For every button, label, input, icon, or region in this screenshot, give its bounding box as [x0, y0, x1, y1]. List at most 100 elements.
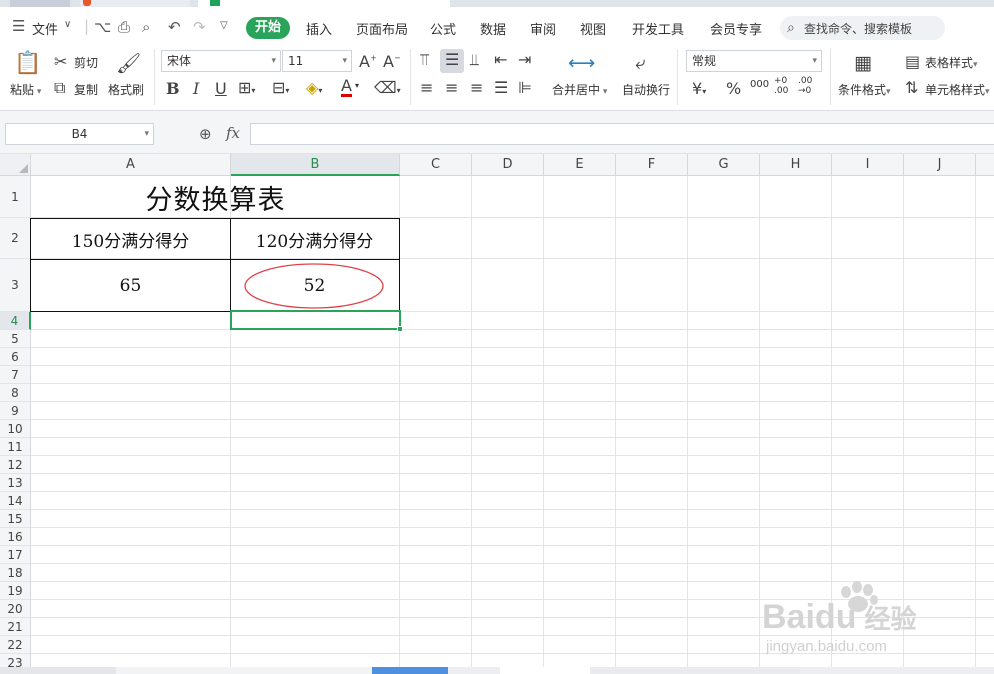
- merge-center-icon[interactable]: ⟷: [568, 52, 595, 74]
- quick-access-dropdown-icon[interactable]: ▽: [220, 20, 228, 31]
- row-header-12[interactable]: 12: [0, 456, 31, 474]
- decrease-font-icon[interactable]: A−: [383, 52, 401, 71]
- percent-button[interactable]: %: [726, 79, 741, 98]
- row-header-14[interactable]: 14: [0, 492, 31, 510]
- italic-button[interactable]: I: [193, 79, 199, 98]
- window-tab-doc[interactable]: [80, 0, 190, 7]
- wrap-text-icon[interactable]: ⤶: [635, 52, 646, 74]
- zoom-search-icon[interactable]: ⊕: [199, 125, 212, 143]
- eraser-icon[interactable]: ⌫▾: [374, 78, 401, 97]
- currency-button[interactable]: ¥▾: [692, 79, 706, 98]
- merge-center-button[interactable]: 合并居中 ▾: [552, 81, 607, 98]
- format-painter-button[interactable]: 格式刷: [108, 81, 144, 98]
- chevron-down-icon[interactable]: ∨: [64, 19, 71, 30]
- column-header-g[interactable]: G: [688, 154, 760, 176]
- row-header-7[interactable]: 7: [0, 366, 31, 384]
- cut-button[interactable]: 剪切: [74, 54, 98, 71]
- increase-decimal-button[interactable]: +0 .00: [774, 76, 792, 96]
- tab-member[interactable]: 会员专享: [710, 19, 762, 38]
- number-format-select[interactable]: 常规 ▾: [686, 50, 822, 72]
- column-header-a[interactable]: A: [31, 154, 231, 176]
- sheet-nav[interactable]: [0, 667, 116, 674]
- table-style-button[interactable]: 表格样式▾: [925, 54, 978, 71]
- tab-insert[interactable]: 插入: [306, 19, 332, 38]
- copy-button[interactable]: 复制: [74, 81, 98, 98]
- align-bottom-icon[interactable]: ⫫: [470, 50, 479, 70]
- row-header-18[interactable]: 18: [0, 564, 31, 582]
- row-header-21[interactable]: 21: [0, 618, 31, 636]
- row-header-4[interactable]: 4: [0, 312, 31, 330]
- indent-increase-icon[interactable]: ⇥: [518, 50, 531, 69]
- cell-b2[interactable]: 120分满分得分: [230, 218, 400, 260]
- conditional-format-button[interactable]: 条件格式▾: [838, 81, 891, 98]
- row-header-3[interactable]: 3: [0, 259, 31, 312]
- sheet-tab-active[interactable]: [372, 667, 448, 674]
- select-all-corner[interactable]: [0, 154, 31, 176]
- sheet-tab[interactable]: [590, 667, 800, 674]
- underline-button[interactable]: U: [215, 79, 227, 98]
- formula-input[interactable]: [250, 123, 994, 145]
- tab-data[interactable]: 数据: [480, 19, 506, 38]
- cell-style-button[interactable]: 单元格样式▾: [925, 81, 990, 98]
- insert-function-button[interactable]: fx: [226, 124, 240, 142]
- cell-a1-title[interactable]: 分数换算表: [31, 176, 400, 218]
- row-header-16[interactable]: 16: [0, 528, 31, 546]
- row-header-1[interactable]: 1: [0, 176, 31, 218]
- indent-decrease-icon[interactable]: ⇤: [494, 50, 507, 69]
- table-style-icon[interactable]: ▤: [905, 52, 920, 71]
- row-header-17[interactable]: 17: [0, 546, 31, 564]
- distributed-icon[interactable]: ⊫: [518, 78, 532, 97]
- save-icon[interactable]: ⌥: [94, 18, 111, 36]
- cell-style-icon[interactable]: ⇅: [905, 78, 918, 97]
- window-tab-sheet-active[interactable]: [198, 0, 450, 7]
- undo-icon[interactable]: ↶: [168, 18, 181, 36]
- tab-page-layout[interactable]: 页面布局: [356, 19, 408, 38]
- redo-icon[interactable]: ↷: [193, 18, 206, 36]
- conditional-format-icon[interactable]: ▦: [854, 52, 872, 74]
- font-color-dropdown-icon[interactable]: ▾: [355, 81, 359, 90]
- font-name-select[interactable]: 宋体 ▾: [161, 50, 281, 72]
- column-header-i[interactable]: I: [832, 154, 904, 176]
- align-center-icon[interactable]: ≡: [445, 78, 458, 97]
- row-header-22[interactable]: 22: [0, 636, 31, 654]
- print-icon[interactable]: ⎙: [118, 18, 130, 36]
- sheet-tab[interactable]: [116, 667, 372, 674]
- paste-button[interactable]: 粘贴 ▾: [10, 81, 41, 98]
- row-header-20[interactable]: 20: [0, 600, 31, 618]
- name-box[interactable]: B4 ▾: [5, 123, 154, 145]
- menu-file[interactable]: 文件: [32, 19, 58, 38]
- align-top-icon[interactable]: ⫪: [420, 50, 429, 70]
- cell-format-icon[interactable]: ⊟▾: [272, 78, 289, 97]
- font-color-icon[interactable]: A: [341, 78, 352, 97]
- row-header-6[interactable]: 6: [0, 348, 31, 366]
- column-header-c[interactable]: C: [400, 154, 472, 176]
- fill-handle[interactable]: [397, 326, 403, 332]
- column-header-f[interactable]: F: [616, 154, 688, 176]
- row-header-11[interactable]: 11: [0, 438, 31, 456]
- thousands-button[interactable]: 000: [750, 79, 769, 90]
- scissors-icon[interactable]: ✂: [54, 52, 67, 71]
- format-painter-icon[interactable]: 🖌: [116, 51, 141, 75]
- align-left-icon[interactable]: ≡: [420, 78, 433, 97]
- active-cell-b4[interactable]: [230, 310, 403, 332]
- window-tab-home[interactable]: [10, 0, 70, 7]
- align-right-icon[interactable]: ≡: [470, 78, 483, 97]
- justify-icon[interactable]: ☰: [494, 78, 508, 97]
- cell-a3[interactable]: 65: [30, 259, 231, 312]
- row-header-13[interactable]: 13: [0, 474, 31, 492]
- increase-font-icon[interactable]: A+: [359, 52, 377, 71]
- row-header-15[interactable]: 15: [0, 510, 31, 528]
- column-header-k[interactable]: [976, 154, 994, 176]
- paste-icon[interactable]: 📋: [14, 51, 41, 76]
- column-header-j[interactable]: J: [904, 154, 976, 176]
- command-search[interactable]: ⌕ 查找命令、搜索模板: [780, 16, 945, 40]
- tab-formulas[interactable]: 公式: [430, 19, 456, 38]
- sheet-tab[interactable]: [500, 667, 590, 674]
- row-header-2[interactable]: 2: [0, 218, 31, 259]
- tab-review[interactable]: 审阅: [530, 19, 556, 38]
- column-header-e[interactable]: E: [544, 154, 616, 176]
- fill-color-icon[interactable]: ◈▾: [306, 78, 322, 97]
- row-header-5[interactable]: 5: [0, 330, 31, 348]
- row-header-10[interactable]: 10: [0, 420, 31, 438]
- tab-developer[interactable]: 开发工具: [632, 19, 684, 38]
